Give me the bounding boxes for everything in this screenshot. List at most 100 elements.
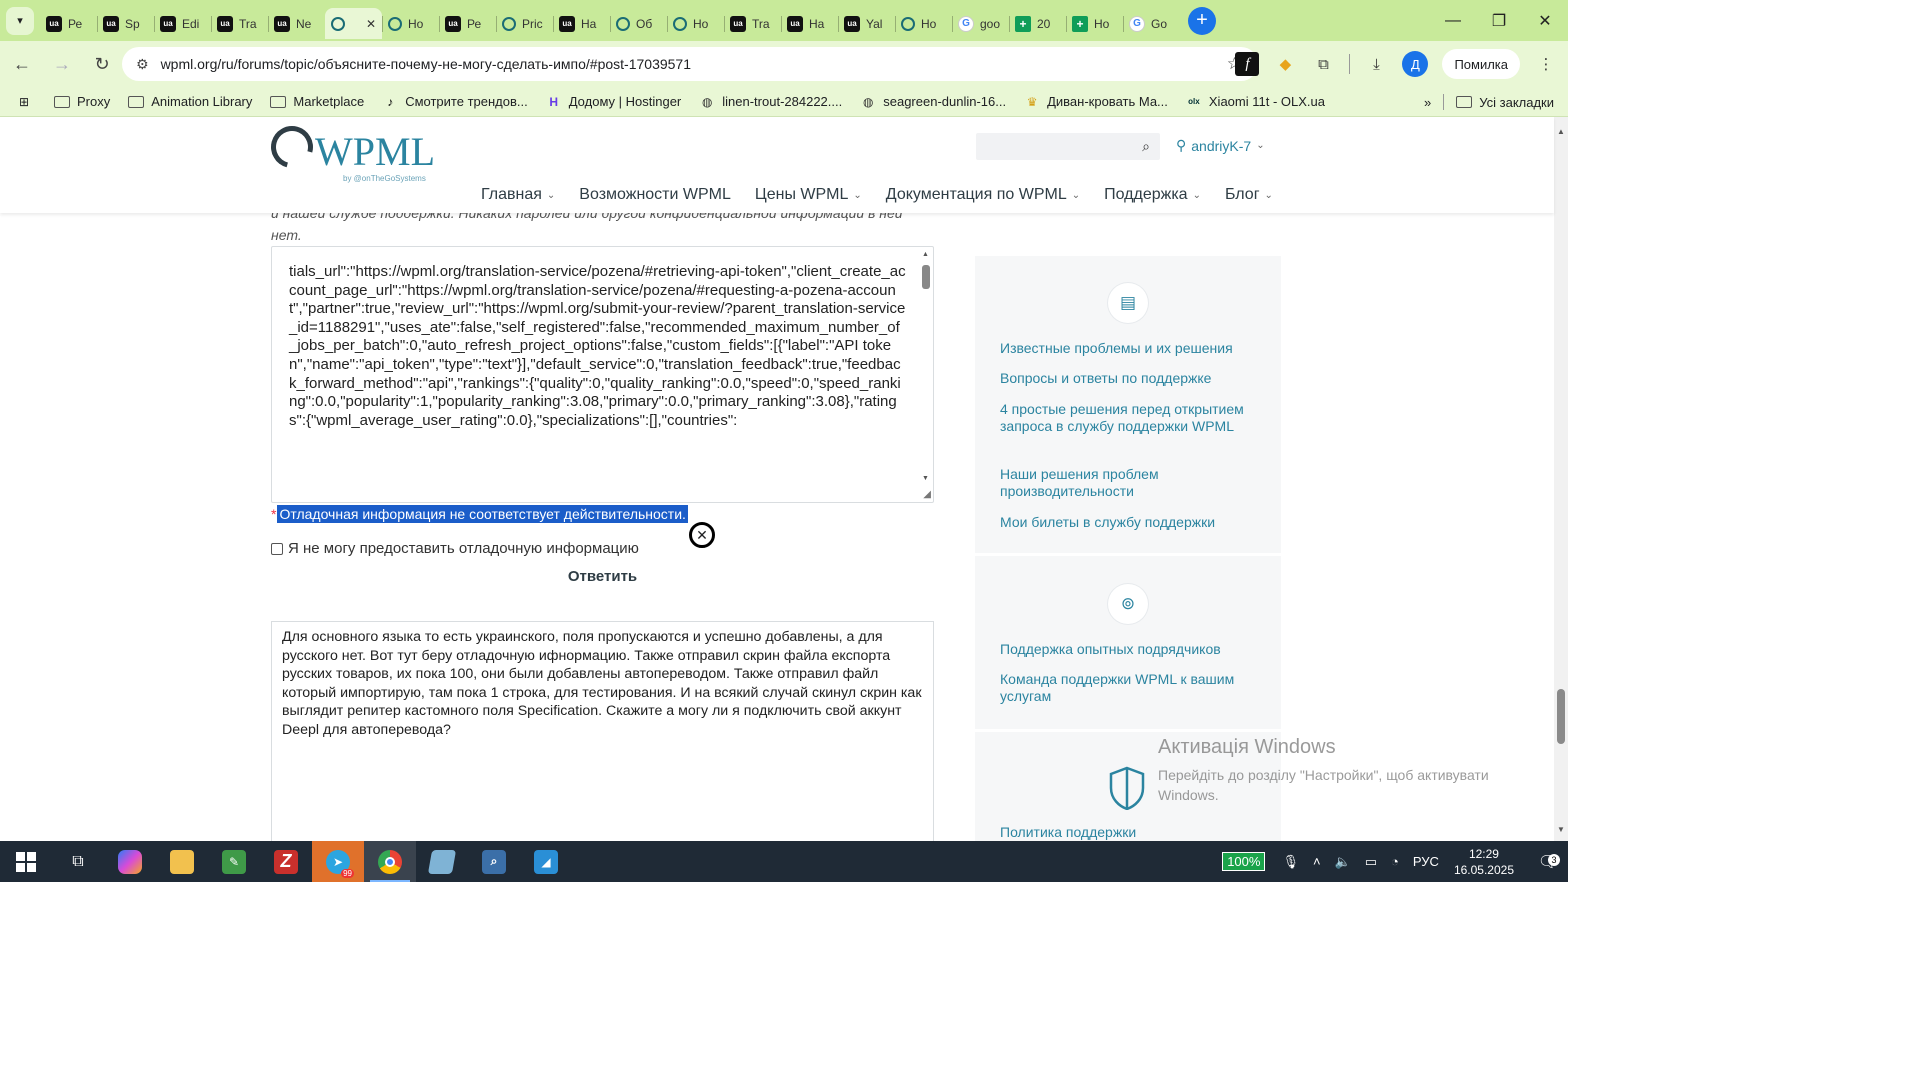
battery-indicator[interactable]: 100% <box>1222 852 1266 871</box>
browser-tab[interactable]: ua Edi <box>154 8 211 39</box>
clock[interactable]: 12:29 16.05.2025 <box>1454 846 1514 878</box>
browser-tab[interactable]: ✕ <box>325 8 382 39</box>
browser-tab[interactable]: ua Yal <box>838 8 895 39</box>
sidebar-link-known-issues[interactable]: Известные проблемы и их решения <box>1000 340 1262 357</box>
chevron-up-icon[interactable]: ˄ <box>1313 854 1321 869</box>
browser-tab[interactable]: + Но <box>1066 8 1123 39</box>
debug-info-textarea[interactable]: tials_url":"https://wpml.org/translation… <box>271 246 934 503</box>
textarea-scrollbar[interactable]: ▲ ▼ <box>922 251 930 483</box>
task-view-button[interactable]: ⧉ <box>52 841 104 882</box>
scroll-down-icon[interactable]: ▼ <box>922 475 929 482</box>
browser-tab[interactable]: ua На <box>553 8 610 39</box>
error-button[interactable]: Помилка <box>1442 49 1520 79</box>
reply-textarea[interactable]: Для основного языка то есть украинского,… <box>271 621 934 841</box>
forward-button[interactable]: → <box>44 46 80 82</box>
tab-search-button[interactable]: ▾ <box>6 6 34 35</box>
browser-tab[interactable]: Но <box>667 8 724 39</box>
browser-tab[interactable]: Об <box>610 8 667 39</box>
browser-tab[interactable]: ua Ре <box>439 8 496 39</box>
apps-grid-button[interactable]: ⊞ <box>16 95 32 109</box>
download-icon[interactable]: ⤓ <box>1364 52 1388 76</box>
scroll-up-icon[interactable]: ▲ <box>1557 127 1565 136</box>
browser-tab[interactable]: Ggoo <box>952 8 1009 39</box>
file-explorer-app[interactable] <box>156 841 208 882</box>
telegram-app[interactable]: ➤ 99 <box>312 841 364 882</box>
bookmark-item[interactable]: ♛ Диван-кровать Ма... <box>1024 94 1168 109</box>
start-button[interactable] <box>0 841 52 882</box>
language-indicator[interactable]: РУС <box>1413 854 1439 869</box>
wpml-logo[interactable]: WPML by @onTheGoSystems <box>263 118 435 183</box>
minimize-button[interactable]: — <box>1430 0 1476 41</box>
bookmark-item[interactable]: H Додому | Hostinger <box>546 94 681 109</box>
close-tab-icon[interactable]: ✕ <box>366 17 376 31</box>
more-bookmarks-icon[interactable]: » <box>1424 95 1431 110</box>
cannot-provide-debug-checkbox-row[interactable]: Я не могу предоставить отладочную информ… <box>271 540 639 557</box>
bookmark-item[interactable]: Proxy <box>54 94 110 109</box>
browser-tab[interactable]: Pric <box>496 8 553 39</box>
bookmark-item[interactable]: Animation Library <box>128 94 252 109</box>
user-menu[interactable]: ⚲ andriyK-7 ⌄ <box>1176 137 1265 154</box>
scroll-down-icon[interactable]: ▼ <box>1557 825 1565 834</box>
nav-item[interactable]: Цены WPML ⌄ <box>755 186 862 204</box>
volume-icon[interactable]: 🔈 <box>1335 854 1351 870</box>
browser-tab[interactable]: ua Ne <box>268 8 325 39</box>
browser-tab[interactable]: ua Ре <box>40 8 97 39</box>
close-window-button[interactable]: ✕ <box>1522 0 1568 41</box>
site-info-icon[interactable]: ⚙ <box>136 56 149 73</box>
maximize-button[interactable]: ❐ <box>1476 0 1522 41</box>
resize-handle-icon[interactable]: ◢ <box>923 489 931 500</box>
nav-item[interactable]: Поддержка ⌄ <box>1104 186 1201 204</box>
textarea-scroll-thumb[interactable] <box>922 265 930 289</box>
browser-tab[interactable]: Но <box>382 8 439 39</box>
search-app[interactable]: ⌕ <box>468 841 520 882</box>
bookmark-item[interactable]: Marketplace <box>270 94 364 109</box>
reload-button[interactable]: ↻ <box>84 46 120 82</box>
copilot-app[interactable] <box>104 841 156 882</box>
extension-f-icon[interactable]: f <box>1235 52 1260 76</box>
browser-tab[interactable]: ua Tra <box>211 8 268 39</box>
scroll-up-icon[interactable]: ▲ <box>922 251 929 258</box>
chrome-app[interactable] <box>364 841 416 882</box>
close-icon[interactable]: ✕ <box>689 522 715 548</box>
filezilla-app[interactable]: Z <box>260 841 312 882</box>
cannot-provide-debug-checkbox[interactable] <box>271 542 283 555</box>
paint-app[interactable]: ◢ <box>520 841 572 882</box>
extensions-puzzle-icon[interactable]: ⧉ <box>1311 52 1335 76</box>
nav-item[interactable]: Блог ⌄ <box>1225 186 1273 204</box>
all-bookmarks-button[interactable]: Усі закладки <box>1456 95 1554 110</box>
page-scrollbar[interactable]: ▲ ▼ <box>1554 117 1568 841</box>
nav-item[interactable]: Документация по WPML ⌄ <box>886 186 1080 204</box>
notification-button[interactable]: 🗨 3 <box>1528 852 1568 872</box>
sidebar-link-my-tickets[interactable]: Мои билеты в службу поддержки <box>1000 514 1262 531</box>
blue-app[interactable] <box>416 841 468 882</box>
back-button[interactable]: ← <box>4 46 40 82</box>
browser-tab[interactable]: G Go <box>1123 8 1180 39</box>
sidebar-link-simple-solutions[interactable]: 4 простые решения перед открытием запрос… <box>1000 401 1262 435</box>
browser-tab[interactable]: +20 <box>1009 8 1066 39</box>
menu-kebab-icon[interactable]: ⋮ <box>1534 52 1558 76</box>
browser-tab[interactable]: ua Tra <box>724 8 781 39</box>
nav-item[interactable]: Главная ⌄ <box>481 186 555 204</box>
new-tab-button[interactable]: + <box>1188 6 1216 35</box>
browser-tab[interactable]: Но <box>895 8 952 39</box>
page-scroll-thumb[interactable] <box>1557 689 1565 744</box>
search-icon[interactable]: ⌕ <box>1142 138 1150 155</box>
nav-item[interactable]: Возможности WPML <box>579 186 731 204</box>
site-search-input[interactable]: ⌕ <box>976 133 1160 160</box>
browser-tab[interactable]: ua Sp <box>97 8 154 39</box>
bookmark-item[interactable]: ◍ linen-trout-284222.... <box>699 94 842 109</box>
microphone-icon[interactable]: 🎙 <box>1282 854 1299 870</box>
bookmark-item[interactable]: olx Xiaomi 11t - OLX.ua <box>1186 94 1325 109</box>
browser-tab[interactable]: ua На <box>781 8 838 39</box>
sidebar-link-support-policy[interactable]: Политика поддержки <box>1000 824 1262 841</box>
wifi-icon[interactable]: ◔ <box>1391 854 1399 869</box>
sidebar-link-performance[interactable]: Наши решения проблем производительности <box>1000 466 1262 500</box>
notepad-app[interactable]: ✎ <box>208 841 260 882</box>
sidebar-link-support-team[interactable]: Команда поддержки WPML к вашим услугам <box>1000 671 1262 705</box>
battery-icon[interactable]: ▭ <box>1365 854 1377 870</box>
address-bar[interactable]: ⚙ wpml.org/ru/forums/topic/объясните-поч… <box>122 47 1258 81</box>
bookmark-item[interactable]: ♪ Смотрите трендов... <box>382 94 528 109</box>
bookmark-item[interactable]: ◍ seagreen-dunlin-16... <box>860 94 1006 109</box>
sidebar-link-support-faq[interactable]: Вопросы и ответы по поддержке <box>1000 370 1262 387</box>
sidebar-link-contractors[interactable]: Поддержка опытных подрядчиков <box>1000 641 1262 658</box>
